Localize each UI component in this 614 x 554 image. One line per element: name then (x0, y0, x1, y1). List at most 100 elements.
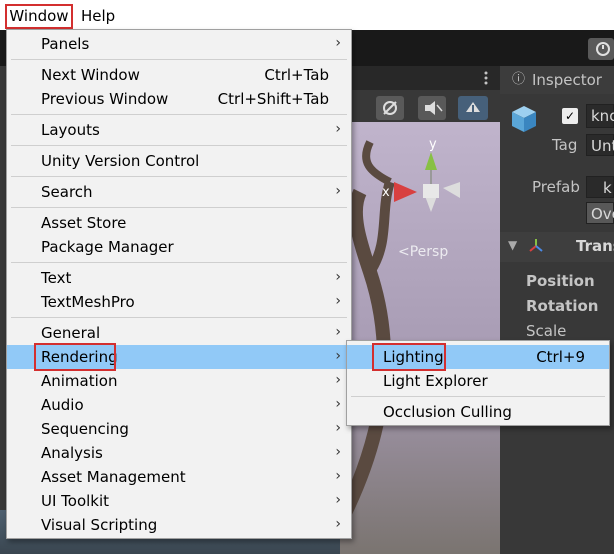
tag-dropdown[interactable]: Unt (586, 134, 614, 156)
submenu-arrow-icon: › (335, 444, 341, 460)
submenu-arrow-icon: › (335, 183, 341, 199)
menu-bar: Window Help (0, 0, 614, 30)
submenu-arrow-icon: › (335, 293, 341, 309)
menu-item-label: TextMeshPro (41, 293, 135, 311)
menu-item-animation[interactable]: Animation › (7, 369, 351, 393)
scene-orientation-gizmo[interactable]: y x (380, 132, 480, 232)
history-button[interactable] (588, 38, 614, 60)
menu-item-package-manager[interactable]: Package Manager (7, 235, 351, 259)
menu-item-label: Next Window (41, 66, 140, 84)
menu-item-label: Sequencing (41, 420, 129, 438)
inspector-tab-label: Inspector (532, 71, 602, 89)
menu-separator (11, 176, 347, 177)
gizmos-icon (466, 102, 480, 116)
menu-separator (351, 396, 605, 397)
submenu-arrow-icon: › (335, 35, 341, 51)
menu-item-visual-scripting[interactable]: Visual Scripting › (7, 513, 351, 537)
scene-gizmos-button[interactable] (458, 96, 488, 120)
menu-item-audio[interactable]: Audio › (7, 393, 351, 417)
menu-item-textmeshpro[interactable]: TextMeshPro › (7, 290, 351, 314)
menu-item-label: Layouts (41, 121, 100, 139)
object-name-field[interactable]: kno (586, 104, 614, 128)
axis-y-label: y (429, 137, 437, 152)
menu-item-label: Rendering (41, 348, 118, 366)
submenu-item-lighting[interactable]: Lighting Ctrl+9 (347, 345, 609, 369)
prefab-label: Prefab (532, 178, 580, 196)
menu-separator (11, 114, 347, 115)
menu-item-asset-store[interactable]: Asset Store (7, 211, 351, 235)
menu-item-search[interactable]: Search › (7, 180, 351, 204)
submenu-item-light-explorer[interactable]: Light Explorer (347, 369, 609, 393)
overrides-button[interactable]: Ove (586, 202, 614, 224)
rendering-submenu: Lighting Ctrl+9 Light Explorer Occlusion… (346, 340, 610, 426)
transform-header[interactable]: ▼ Trans (500, 232, 614, 262)
position-label: Position (526, 272, 595, 290)
menu-item-layouts[interactable]: Layouts › (7, 118, 351, 142)
menu-item-unity-version-control[interactable]: Unity Version Control (7, 149, 351, 173)
menu-item-general[interactable]: General › (7, 321, 351, 345)
menu-item-label: Text (41, 269, 72, 287)
submenu-arrow-icon: › (335, 348, 341, 364)
menu-window[interactable]: Window (4, 0, 74, 30)
scene-fx-button[interactable] (376, 96, 404, 120)
menu-separator (11, 59, 347, 60)
menu-item-label: Previous Window (41, 90, 169, 108)
menu-item-label: Asset Management (41, 468, 186, 486)
menu-item-label: Analysis (41, 444, 103, 462)
transform-icon (529, 239, 543, 252)
menu-item-label: Audio (41, 396, 84, 414)
menu-separator (11, 145, 347, 146)
scene-viewport[interactable]: y x <Persp (340, 122, 500, 554)
audio-mute-icon (425, 101, 443, 115)
menu-item-rendering[interactable]: Rendering › (7, 345, 351, 369)
submenu-arrow-icon: › (335, 324, 341, 340)
fx-icon (383, 101, 397, 115)
prefab-field-value: k (603, 179, 612, 197)
menu-item-next-window[interactable]: Next Window Ctrl+Tab (7, 63, 351, 87)
shortcut-label: Ctrl+Shift+Tab (217, 90, 329, 108)
menu-item-text[interactable]: Text › (7, 266, 351, 290)
menu-separator (11, 262, 347, 263)
submenu-item-occlusion-culling[interactable]: Occlusion Culling (347, 400, 609, 424)
submenu-arrow-icon: › (335, 269, 341, 285)
scene-toolbar (340, 92, 500, 122)
menu-item-panels[interactable]: Panels › (7, 32, 351, 56)
scale-label: Scale (526, 322, 567, 340)
menu-item-label: Search (41, 183, 93, 201)
prefab-field[interactable]: k (586, 176, 614, 198)
menu-item-label: General (41, 324, 101, 342)
shortcut-label: Ctrl+9 (536, 348, 585, 366)
transform-title: Trans (576, 237, 614, 255)
menu-item-label: Animation (41, 372, 118, 390)
more-options-icon[interactable] (480, 70, 492, 86)
menu-item-label: UI Toolkit (41, 492, 110, 510)
submenu-arrow-icon: › (335, 372, 341, 388)
inspector-tab[interactable]: ⓘ Inspector (500, 66, 614, 94)
submenu-arrow-icon: › (335, 492, 341, 508)
collapse-arrow-icon: ▼ (508, 238, 518, 252)
history-icon (596, 42, 610, 56)
menu-item-label: Asset Store (41, 214, 127, 232)
menu-item-sequencing[interactable]: Sequencing › (7, 417, 351, 441)
menu-item-label: Visual Scripting (41, 516, 158, 534)
menu-item-asset-management[interactable]: Asset Management › (7, 465, 351, 489)
menu-item-analysis[interactable]: Analysis › (7, 441, 351, 465)
active-checkbox[interactable]: ✓ (562, 108, 578, 124)
submenu-item-label: Lighting (383, 348, 444, 366)
info-icon: ⓘ (512, 72, 526, 87)
menu-item-ui-toolkit[interactable]: UI Toolkit › (7, 489, 351, 513)
rotation-label: Rotation (526, 297, 599, 315)
axis-x-label: x (382, 185, 390, 200)
submenu-item-label: Light Explorer (383, 372, 488, 390)
tag-label: Tag (552, 136, 578, 154)
menu-item-previous-window[interactable]: Previous Window Ctrl+Shift+Tab (7, 87, 351, 111)
menu-help[interactable]: Help (81, 0, 115, 30)
submenu-arrow-icon: › (335, 468, 341, 484)
submenu-arrow-icon: › (335, 121, 341, 137)
persp-label[interactable]: <Persp (398, 244, 448, 260)
submenu-item-label: Occlusion Culling (383, 403, 512, 421)
scene-audio-button[interactable] (418, 96, 446, 120)
window-menu: Panels › Next Window Ctrl+Tab Previous W… (6, 29, 352, 539)
menu-separator (11, 317, 347, 318)
inspector-body: ✓ kno Tag Unt Prefab k Ove ▼ Trans Posit… (500, 94, 614, 554)
